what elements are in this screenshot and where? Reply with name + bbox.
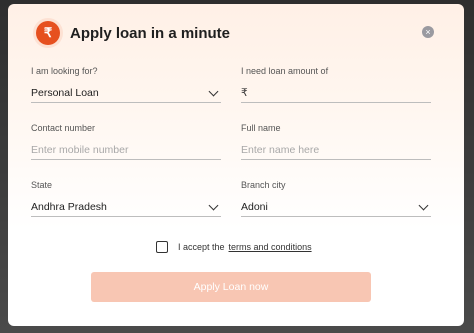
branch-city-label: Branch city — [241, 180, 286, 190]
loan-type-label: I am looking for? — [31, 66, 98, 76]
contact-number-field: Contact number — [31, 123, 221, 160]
terms-checkbox[interactable] — [156, 241, 168, 253]
modal-title: Apply loan in a minute — [70, 24, 231, 42]
chevron-down-icon — [208, 86, 219, 96]
rupee-icon: ₹ — [36, 21, 60, 45]
apply-loan-modal: ₹ Apply loan in a minute × I am looking … — [8, 4, 464, 326]
terms-consent: I accept the terms and conditions — [156, 241, 312, 253]
loan-amount-field: I need loan amount of ₹ — [241, 66, 431, 103]
close-icon[interactable]: × — [422, 26, 434, 38]
contact-number-input[interactable] — [31, 144, 221, 156]
modal-header: ₹ Apply loan in a minute — [36, 20, 230, 46]
loan-type-value: Personal Loan — [31, 87, 99, 99]
full-name-label: Full name — [241, 123, 281, 133]
state-label: State — [31, 180, 53, 190]
rupee-prefix-icon: ₹ — [241, 87, 248, 99]
chevron-down-icon — [418, 200, 429, 210]
terms-link[interactable]: terms and conditions — [229, 242, 312, 252]
state-value: Andhra Pradesh — [31, 201, 107, 213]
branch-city-select[interactable]: Adoni — [241, 198, 431, 217]
state-field: State Andhra Pradesh — [31, 180, 221, 217]
loan-amount-input[interactable] — [251, 87, 431, 99]
branch-city-value: Adoni — [241, 201, 268, 213]
apply-loan-button[interactable]: Apply Loan now — [91, 272, 371, 302]
full-name-input[interactable] — [241, 144, 431, 156]
branch-city-field: Branch city Adoni — [241, 180, 431, 217]
contact-number-control — [31, 141, 221, 160]
loan-amount-control: ₹ — [241, 84, 431, 103]
terms-text: I accept the — [178, 242, 225, 252]
chevron-down-icon — [208, 200, 219, 210]
full-name-field: Full name — [241, 123, 431, 160]
state-select[interactable]: Andhra Pradesh — [31, 198, 221, 217]
loan-amount-label: I need loan amount of — [241, 66, 329, 76]
full-name-control — [241, 141, 431, 160]
loan-type-select[interactable]: Personal Loan — [31, 84, 221, 103]
loan-type-field: I am looking for? Personal Loan — [31, 66, 221, 103]
contact-number-label: Contact number — [31, 123, 96, 133]
